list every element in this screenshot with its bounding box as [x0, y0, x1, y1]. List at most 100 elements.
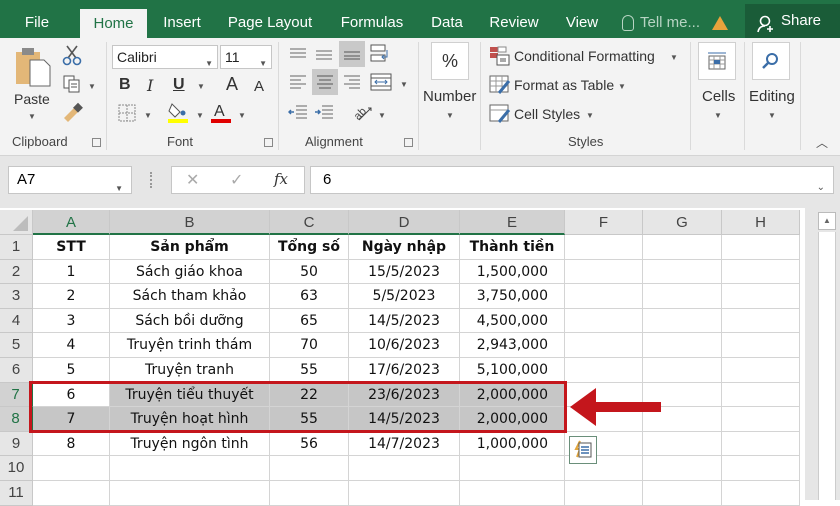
tab-insert[interactable]: Insert [155, 8, 209, 38]
cells-button[interactable] [698, 42, 736, 80]
cell-b3[interactable]: Sách tham khảo [110, 284, 270, 309]
column-header-h[interactable]: H [722, 210, 800, 235]
cell-d6[interactable]: 17/6/2023 [349, 358, 460, 383]
cell-d11[interactable] [349, 481, 460, 506]
cell-styles-button[interactable]: Cell Styles [514, 106, 580, 122]
column-header-b[interactable]: B [110, 210, 270, 235]
cell-b4[interactable]: Sách bồi dưỡng [110, 308, 270, 334]
row-header-11[interactable]: 11 [0, 481, 33, 506]
cell-c3[interactable]: 63 [270, 284, 349, 309]
header-cell[interactable]: Thành tiền [460, 235, 565, 260]
cell-h10[interactable] [722, 456, 800, 481]
vertical-scrollbar[interactable]: ▲ [805, 208, 840, 500]
cell-a6[interactable]: 5 [33, 358, 110, 383]
cell-e11[interactable] [460, 481, 565, 506]
header-cell[interactable]: Sản phẩm [110, 235, 270, 260]
header-cell[interactable]: Tổng số [270, 235, 349, 260]
cell-c11[interactable] [270, 481, 349, 506]
font-size-dropdown[interactable]: 11 ▼ [220, 45, 272, 69]
cell-f4[interactable] [565, 308, 643, 334]
expand-formula-bar-icon[interactable]: ⌄ [817, 175, 825, 201]
cell-c9[interactable]: 56 [270, 431, 349, 457]
borders-dropdown-icon[interactable]: ▼ [144, 111, 152, 120]
cell-g4[interactable] [643, 308, 722, 334]
cell-a9[interactable]: 8 [33, 431, 110, 457]
underline-button[interactable]: U [173, 76, 185, 94]
cell-e9[interactable]: 1,000,000 [460, 431, 565, 457]
cell-styles-dropdown-icon[interactable]: ▼ [586, 111, 594, 120]
flash-fill-options-button[interactable] [569, 436, 597, 464]
cell-b11[interactable] [110, 481, 270, 506]
align-top-icon[interactable] [286, 42, 310, 66]
paste-label[interactable]: Paste [14, 91, 50, 107]
orientation-icon[interactable]: ab [350, 100, 374, 124]
cell-a4[interactable]: 3 [33, 308, 110, 334]
row-header-5[interactable]: 5 [0, 333, 33, 358]
cell-f3[interactable] [565, 284, 643, 309]
orientation-dropdown-icon[interactable]: ▼ [378, 111, 386, 120]
column-header-c[interactable]: C [270, 210, 349, 235]
row-header-10[interactable]: 10 [0, 456, 33, 481]
formula-input[interactable]: 6 ⌄ [310, 166, 834, 194]
align-left-icon[interactable] [286, 70, 310, 94]
row-header-1[interactable]: 1 [0, 235, 33, 260]
column-header-e[interactable]: E [460, 210, 565, 235]
cell-b2[interactable]: Sách giáo khoa [110, 259, 270, 285]
cell-e3[interactable]: 3,750,000 [460, 284, 565, 309]
cell-b6[interactable]: Truyện tranh [110, 358, 270, 383]
tab-view[interactable]: View [559, 8, 605, 38]
copy-icon[interactable] [62, 74, 82, 94]
font-name-dropdown[interactable]: Calibri ▼ [112, 45, 218, 69]
decrease-font-size-button[interactable]: A [254, 78, 264, 95]
row-header-6[interactable]: 6 [0, 358, 33, 383]
paste-icon[interactable] [14, 46, 52, 88]
conditional-formatting-dropdown-icon[interactable]: ▼ [670, 53, 678, 62]
cell-g2[interactable] [643, 259, 722, 285]
number-format-button[interactable]: % [431, 42, 469, 80]
cell-h1[interactable] [722, 235, 800, 260]
paste-dropdown-icon[interactable]: ▼ [28, 112, 36, 121]
cells-group-label[interactable]: Cells [702, 88, 735, 105]
cell-a2[interactable]: 1 [33, 259, 110, 285]
format-as-table-icon[interactable] [489, 75, 511, 95]
column-header-d[interactable]: D [349, 210, 460, 235]
clipboard-launcher-icon[interactable] [92, 138, 101, 147]
collapse-ribbon-icon[interactable]: ︿ [816, 134, 828, 151]
cell-e10[interactable] [460, 456, 565, 481]
cell-d3[interactable]: 5/5/2023 [349, 284, 460, 309]
cell-d10[interactable] [349, 456, 460, 481]
cell-g11[interactable] [643, 481, 722, 506]
header-cell[interactable]: Ngày nhập [349, 235, 460, 260]
cell-d9[interactable]: 14/7/2023 [349, 431, 460, 457]
fill-color-icon[interactable] [167, 100, 189, 124]
cell-c10[interactable] [270, 456, 349, 481]
cell-h9[interactable] [722, 431, 800, 457]
underline-dropdown-icon[interactable]: ▼ [197, 82, 205, 91]
cell-c5[interactable]: 70 [270, 333, 349, 358]
cell-h8[interactable] [722, 407, 800, 432]
cell-h6[interactable] [722, 358, 800, 383]
number-dropdown-icon[interactable]: ▼ [446, 111, 454, 120]
tell-me-search[interactable]: Tell me... [622, 8, 729, 38]
insert-function-icon[interactable]: fx [274, 170, 288, 188]
italic-button[interactable]: I [147, 76, 153, 95]
merge-center-icon[interactable] [368, 70, 394, 94]
cell-h11[interactable] [722, 481, 800, 506]
align-right-icon[interactable] [340, 70, 364, 94]
column-header-g[interactable]: G [643, 210, 722, 235]
cell-a3[interactable]: 2 [33, 284, 110, 309]
cell-h4[interactable] [722, 308, 800, 334]
borders-icon[interactable] [118, 104, 136, 122]
decrease-indent-icon[interactable] [286, 100, 310, 124]
wrap-text-icon[interactable] [368, 42, 394, 66]
cell-a5[interactable]: 4 [33, 333, 110, 358]
cell-d2[interactable]: 15/5/2023 [349, 259, 460, 285]
alignment-launcher-icon[interactable] [404, 138, 413, 147]
conditional-formatting-button[interactable]: Conditional Formatting [514, 48, 655, 64]
format-as-table-button[interactable]: Format as Table [514, 77, 614, 93]
editing-group-label[interactable]: Editing [749, 88, 795, 105]
tab-page-layout[interactable]: Page Layout [222, 8, 318, 38]
cell-c2[interactable]: 50 [270, 259, 349, 285]
cell-g10[interactable] [643, 456, 722, 481]
enter-icon[interactable]: ✓ [230, 170, 243, 190]
